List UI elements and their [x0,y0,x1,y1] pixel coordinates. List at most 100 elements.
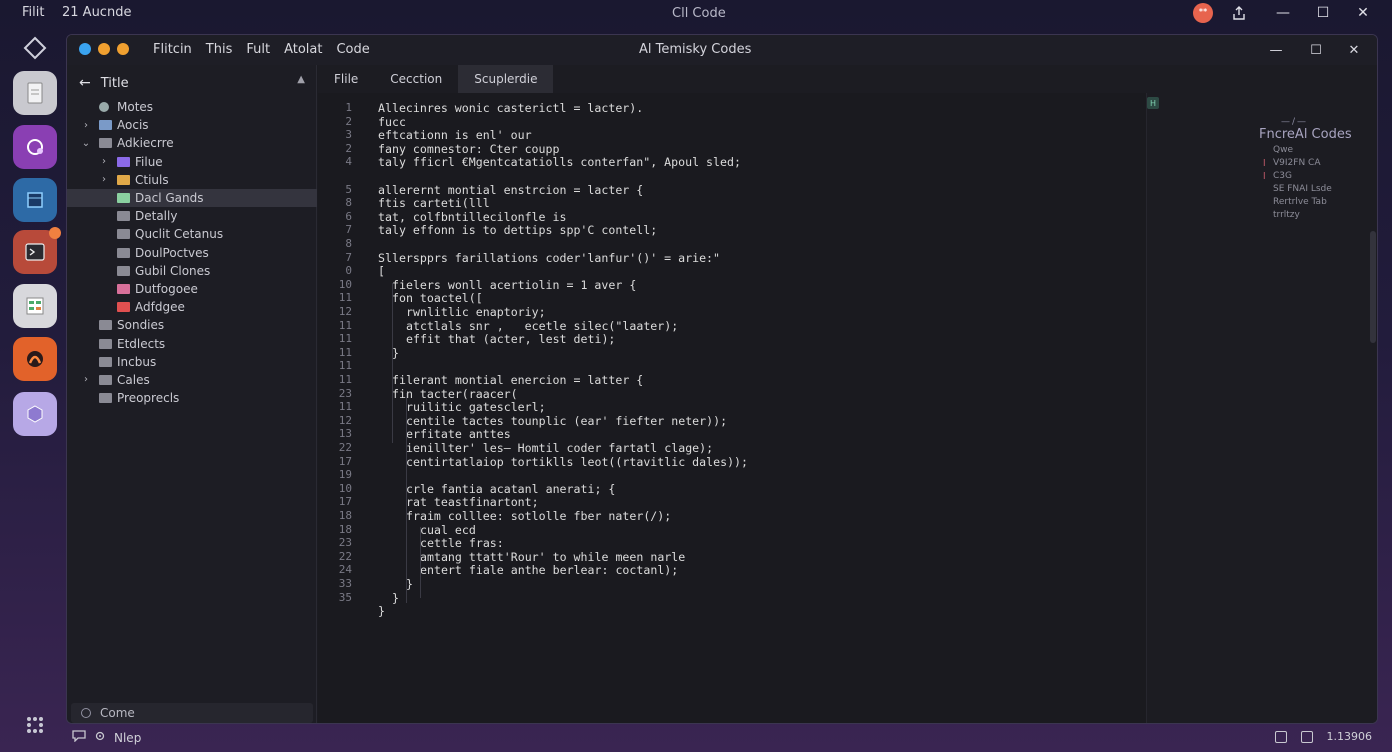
code-line[interactable]: cual ecd [420,523,476,537]
vertical-scrollbar[interactable] [1370,231,1376,343]
back-arrow-icon[interactable]: ← [79,75,91,91]
tree-item[interactable]: › Filue [67,153,317,171]
notification-badge-icon[interactable]: ᕯ [1193,3,1213,23]
tree-item[interactable]: › Ctiuls [67,171,317,189]
os-minimize-button[interactable]: — [1272,3,1294,23]
code-line[interactable]: Allecinres wonic casterictl = lacter). [378,101,643,115]
code-line[interactable]: fraim colllee: sotlolle fber nater(/); [406,509,671,523]
traffic-light-blue[interactable] [79,43,91,55]
code-line[interactable]: filerant montial enercion = latter { [392,373,643,387]
code-line[interactable]: cettle fras: [420,536,504,550]
collapse-up-icon[interactable]: ▲ [297,74,305,85]
tree-item[interactable]: Dutfogoee [67,280,317,298]
code-line[interactable]: tat, colfbntillecilonfle is [378,210,566,224]
status-help-label[interactable]: Nlep [114,731,141,745]
tree-item[interactable]: Gubil Clones [67,262,317,280]
window-close-button[interactable]: ✕ [1343,40,1365,60]
tree-item[interactable]: Quclit Cetanus [67,225,317,243]
tree-item[interactable]: Incbus [67,353,317,371]
tree-item[interactable]: Dacl Gands [67,188,317,208]
chevron-right-icon[interactable]: › [99,156,109,167]
launcher-icon[interactable] [13,26,57,70]
code-line[interactable]: erfitate anttes [406,427,511,441]
tab-file[interactable]: Flile [318,65,374,93]
tree-item[interactable]: › Aocis [67,116,317,134]
code-line[interactable]: } [378,604,385,618]
blue-cube-app-icon[interactable] [13,178,57,222]
code-line[interactable]: Sllerspprs farillations coder'lanfur'()'… [378,251,720,265]
line-number: 11 [338,291,352,305]
tree-item[interactable]: Preoprecls [67,389,317,407]
tree-item[interactable]: ⌄ Adkiecrre [67,134,317,152]
os-menu-app[interactable]: 21 Aucnde [62,5,131,20]
grid-icon[interactable] [13,703,57,747]
screen-icon[interactable] [1300,730,1313,743]
os-menu-file[interactable]: Filit [22,5,44,20]
code-line[interactable]: entert fiale anthe berlear: coctanl); [420,563,678,577]
tab-active[interactable]: Scuplerdie [458,65,554,93]
code-line[interactable]: centirtatlaiop tortiklls leot((rtavitlic… [406,455,748,469]
code-line[interactable]: } [392,346,399,360]
tree-item[interactable]: Etdlects [67,334,317,352]
code-line[interactable]: fin tacter(raacer( [392,387,518,401]
purple-app-icon[interactable] [13,125,57,169]
tree-item[interactable]: › Cales [67,371,317,389]
tree-item[interactable]: DoulPoctves [67,244,317,262]
code-line[interactable]: eftcationn is enl' our [378,128,532,142]
tab-section[interactable]: Cecction [374,65,458,93]
sidebar-footer[interactable]: Come [71,703,313,723]
tree-item[interactable]: Adfdgee [67,298,317,316]
menu-item-fult[interactable]: Fult [246,42,270,57]
code-line[interactable]: taly fficrl €Mgentcatatiolls conterfan",… [378,155,741,169]
gear-icon[interactable] [94,730,106,745]
code-line[interactable]: fon toactel([ [392,291,483,305]
traffic-light-orange[interactable] [98,43,110,55]
share-icon[interactable] [1228,3,1250,23]
code-line[interactable]: [ [378,264,385,278]
code-line[interactable]: fucc [378,115,406,129]
code-line[interactable]: taly effonn is to dettips spp'C contell; [378,223,657,237]
menu-item-flitcin[interactable]: Flitcin [153,42,192,57]
code-line[interactable]: allerernt montial enstrcion = lacter { [378,183,643,197]
code-editor[interactable]: 1 Allecinres wonic casterictl = lacter). 2… [318,93,1146,723]
orange-app-icon[interactable] [13,337,57,381]
window-minimize-button[interactable]: — [1265,40,1287,60]
panel-toggle-icon[interactable]: H [1147,97,1159,109]
traffic-light-orange-2[interactable] [117,43,129,55]
code-line[interactable]: centile tactes tounplic (ear' fiefter ne… [406,414,727,428]
code-line[interactable]: fany comnestor: Cter coupp [378,142,559,156]
sidebar-footer-label: Come [100,706,135,720]
code-line[interactable]: atctlals snr , ecetle silec("laater); [406,319,678,333]
code-line[interactable]: rwnlitlic enaptoriy; [406,305,546,319]
code-line[interactable]: } [392,591,399,605]
code-line[interactable]: amtang ttatt'Rour' to while meen narle [420,550,685,564]
tree-item[interactable]: Motes [67,98,317,116]
menu-item-this[interactable]: This [206,42,233,57]
code-line[interactable]: ftis carteti(lll [378,196,490,210]
lavender-app-icon[interactable] [13,392,57,436]
chat-icon[interactable] [72,730,86,745]
play-icon[interactable] [1274,730,1287,743]
os-close-button[interactable]: ✕ [1352,3,1374,23]
os-maximize-button[interactable]: ☐ [1312,3,1334,23]
chevron-right-icon[interactable]: › [81,120,91,131]
menu-item-code[interactable]: Code [336,42,369,57]
chevron-right-icon[interactable]: › [99,174,109,185]
window-maximize-button[interactable]: ☐ [1305,40,1327,60]
chevron-right-icon[interactable]: › [81,374,91,385]
code-line[interactable]: } [406,577,413,591]
terminal-app-icon[interactable] [13,227,61,274]
chevron-down-icon[interactable]: ⌄ [81,138,91,149]
code-line[interactable]: effit that (acter, lest deti); [406,332,615,346]
menu-item-atolat[interactable]: Atolat [284,42,322,57]
code-line[interactable]: rat teastfinartont; [406,495,539,509]
code-line[interactable]: ienillter' les– Homtil coder fartatl cla… [406,441,713,455]
code-line[interactable]: crle fantia acatanl anerati; { [406,482,615,496]
code-line[interactable]: fielers wonll acertiolin = 1 aver { [392,278,636,292]
tree-item[interactable]: Detally [67,207,317,225]
tree-item[interactable]: Sondies [67,316,317,334]
spreadsheet-app-icon[interactable] [13,284,57,328]
code-line[interactable]: ruilitic gatesclerl; [406,400,546,414]
tree-item-label: DoulPoctves [135,245,209,260]
document-app-icon[interactable] [13,71,57,115]
